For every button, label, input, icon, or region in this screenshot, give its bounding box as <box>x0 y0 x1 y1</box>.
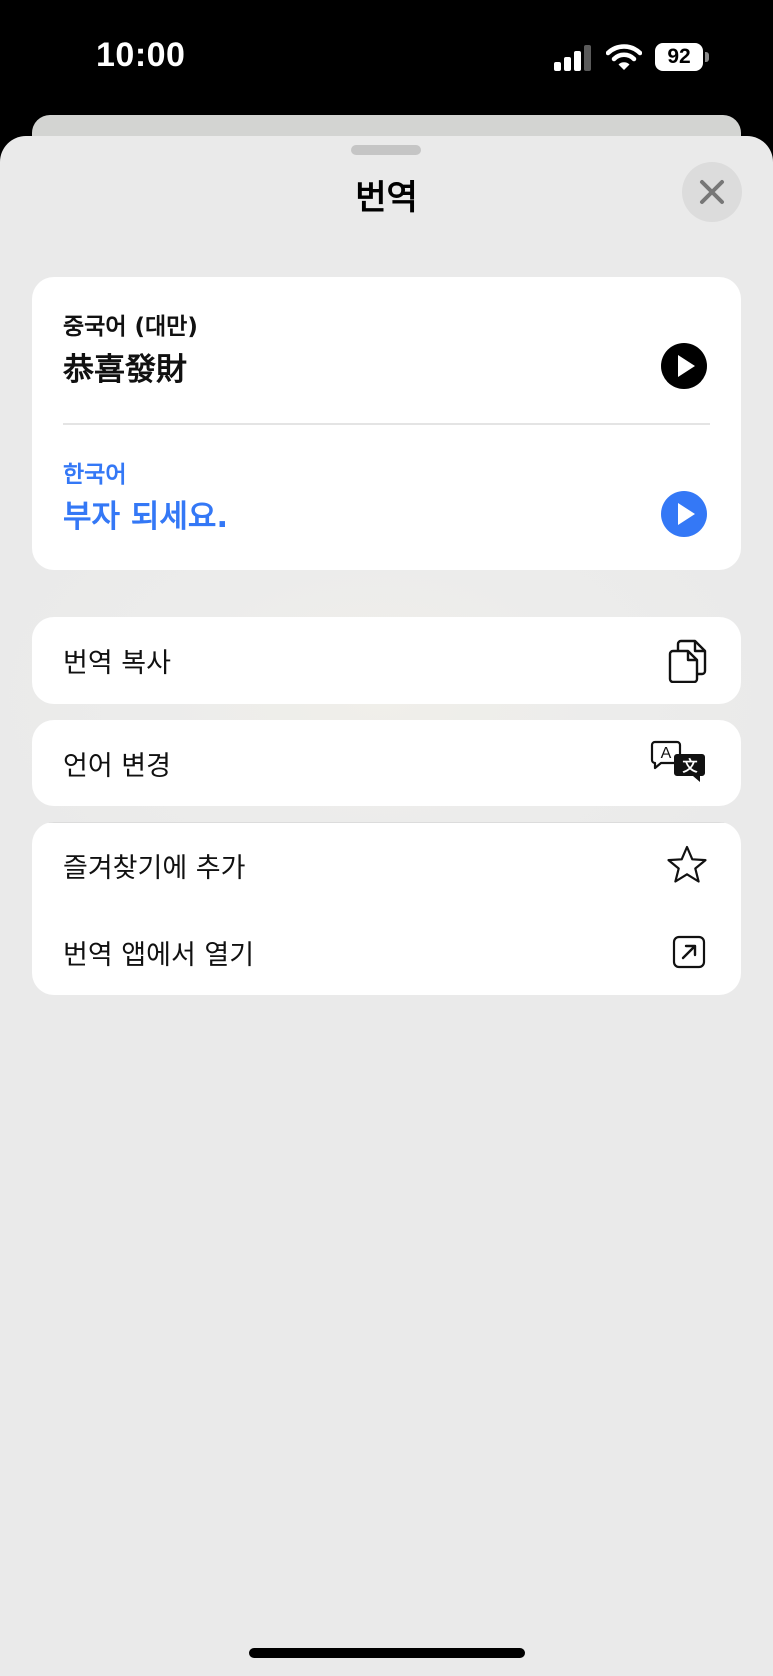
play-icon <box>678 355 695 377</box>
close-button[interactable] <box>682 162 742 222</box>
home-indicator[interactable] <box>249 1648 525 1658</box>
add-favorite-label: 즐겨찾기에 추가 <box>63 853 246 884</box>
translate-sheet: 번역 중국어 (대만) 恭喜發財 한국어 부자 되세요. 번역 복사 언어 변경… <box>0 136 773 1676</box>
battery-level: 92 <box>655 43 703 71</box>
copy-translation-label: 번역 복사 <box>63 648 171 679</box>
change-language-card: 언어 변경 A 文 <box>32 720 741 806</box>
play-icon <box>678 503 695 525</box>
wifi-icon <box>606 44 642 70</box>
close-icon <box>700 180 724 204</box>
sheet-title: 번역 <box>355 178 418 218</box>
more-actions-card: 즐겨찾기에 추가 번역 앱에서 열기 <box>32 822 741 995</box>
translation-divider <box>63 423 710 425</box>
svg-text:A: A <box>661 745 672 762</box>
star-icon <box>667 845 707 883</box>
add-favorite-button[interactable]: 즐겨찾기에 추가 <box>32 822 741 908</box>
svg-text:文: 文 <box>682 757 698 775</box>
target-text: 부자 되세요. <box>63 499 229 535</box>
target-language-label: 한국어 <box>63 462 127 488</box>
open-in-app-button[interactable]: 번역 앱에서 열기 <box>32 909 741 995</box>
signal-icon <box>554 45 591 71</box>
battery-icon: 92 <box>655 43 709 71</box>
play-target-button[interactable] <box>661 491 707 537</box>
sheet-grabber[interactable] <box>351 145 421 155</box>
copy-translation-button[interactable]: 번역 복사 <box>32 617 741 703</box>
copy-translation-card: 번역 복사 <box>32 617 741 704</box>
translate-icon: A 文 <box>650 740 705 782</box>
change-language-button[interactable]: 언어 변경 A 文 <box>32 720 741 806</box>
source-language-label: 중국어 (대만) <box>63 314 198 340</box>
copy-icon <box>668 639 707 683</box>
change-language-label: 언어 변경 <box>63 751 171 782</box>
translation-card: 중국어 (대만) 恭喜發財 한국어 부자 되세요. <box>32 277 741 570</box>
status-bar: 10:00 92 <box>0 0 773 116</box>
battery-cap <box>705 52 709 62</box>
play-source-button[interactable] <box>661 343 707 389</box>
status-time: 10:00 <box>96 36 186 74</box>
open-external-icon <box>672 935 706 969</box>
source-text: 恭喜發財 <box>63 352 187 388</box>
open-in-app-label: 번역 앱에서 열기 <box>63 940 255 971</box>
